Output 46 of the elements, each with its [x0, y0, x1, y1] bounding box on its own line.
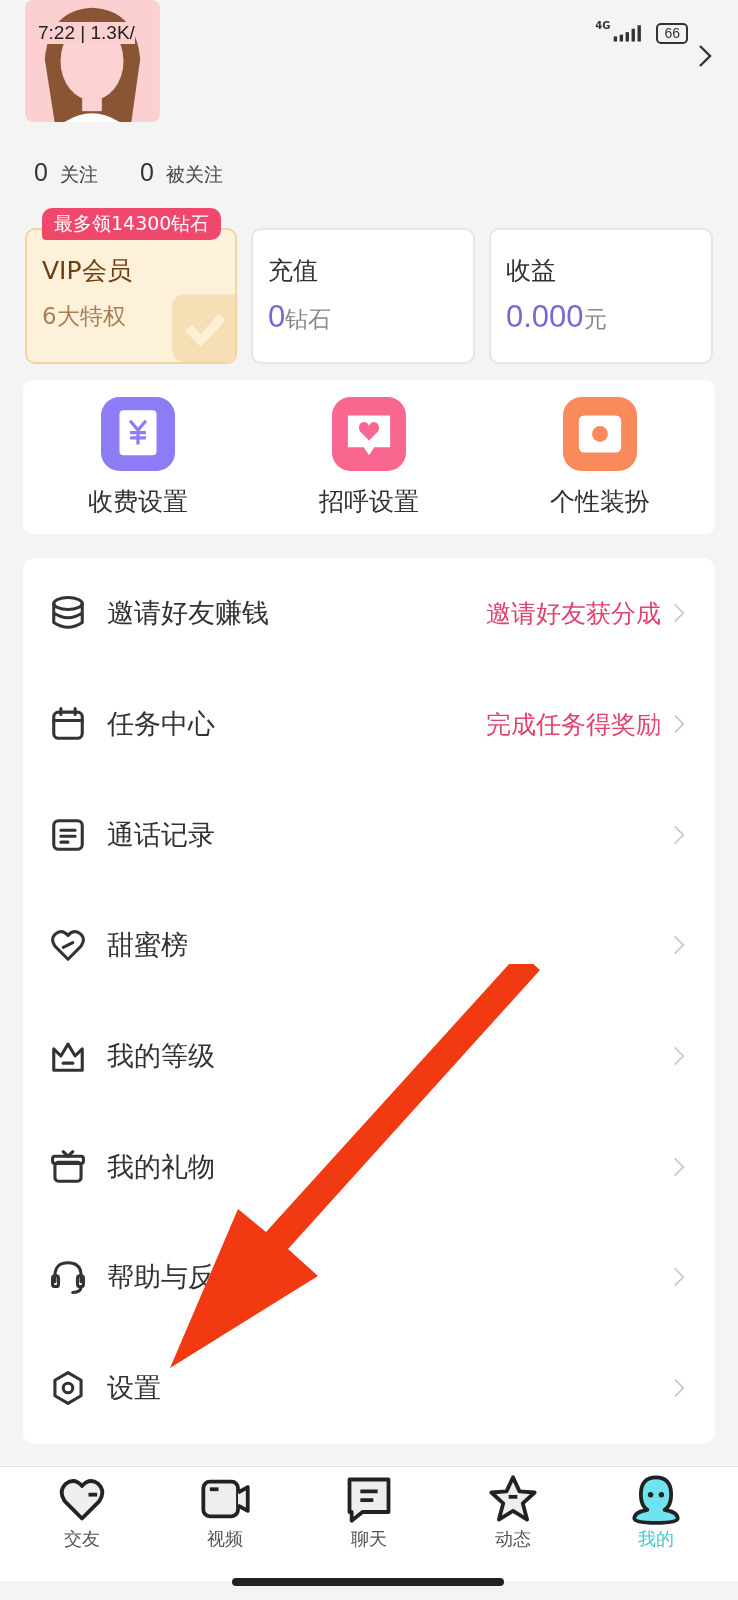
person-icon — [630, 1473, 683, 1525]
status-time: 7:22 | 1.3K/ — [38, 22, 135, 44]
chevron-right-icon — [673, 602, 685, 625]
card-title: VIP会员 — [42, 255, 133, 287]
tab[interactable]: 聊天 — [314, 1473, 424, 1581]
menu-item[interactable]: 邀请好友赚钱 邀请好友获分成 — [23, 558, 715, 669]
menu-item[interactable]: 设置 — [23, 1332, 715, 1444]
tab[interactable]: 动态 — [457, 1473, 568, 1581]
menu-item[interactable]: 任务中心 完成任务得奖励 — [23, 668, 715, 780]
balance-value: 0 — [268, 299, 286, 335]
quick-action[interactable]: 招呼设置 — [289, 396, 449, 518]
balance-card[interactable]: 收益 0.000元 — [489, 228, 713, 364]
card-subtitle: 6大特权 — [42, 302, 127, 331]
card-title: 充值 — [268, 255, 319, 287]
chevron-right-icon — [673, 934, 685, 957]
promo-tag: 最多领14300钻石 — [42, 208, 222, 240]
follow-label[interactable]: 关注 — [59, 162, 98, 188]
tab[interactable]: 交友 — [26, 1473, 137, 1581]
chevron-right-icon — [673, 1377, 685, 1400]
tab[interactable]: 视频 — [170, 1473, 281, 1581]
balance-card[interactable]: 充值 0钻石 — [251, 228, 475, 364]
balance-unit: 钻石 — [285, 306, 332, 334]
battery-level: 66 — [656, 22, 688, 44]
balance-value: 0.000 — [506, 299, 584, 335]
chevron-right-icon — [673, 823, 685, 846]
chevron-right-icon — [673, 1266, 685, 1289]
follow-count[interactable]: 0 — [34, 158, 48, 187]
quick-action[interactable]: 收费设置 — [58, 396, 219, 518]
chevron-right-icon[interactable] — [698, 44, 712, 68]
chevron-right-icon — [673, 1155, 685, 1178]
follow-count[interactable]: 0 — [139, 158, 154, 187]
chevron-right-icon — [673, 1045, 685, 1068]
quick-action[interactable]: 个性装扮 — [519, 396, 680, 518]
gift-icon — [49, 1147, 87, 1186]
menu-item[interactable]: 我的等级 — [23, 1000, 715, 1112]
menu-item[interactable]: 甜蜜榜 — [23, 890, 715, 1001]
card-title: 收益 — [506, 255, 557, 287]
headset-icon — [49, 1258, 87, 1297]
chevron-right-icon — [673, 713, 685, 736]
menu-hint: 完成任务得奖励 — [486, 708, 661, 741]
balance-unit: 元 — [583, 305, 607, 334]
menu-item[interactable]: 我的礼物 — [23, 1111, 715, 1223]
menu-hint: 邀请好友获分成 — [486, 597, 661, 630]
follow-label[interactable]: 被关注 — [165, 162, 223, 188]
menu-item[interactable]: 通话记录 — [23, 779, 715, 891]
network-type: 4G — [595, 20, 611, 31]
